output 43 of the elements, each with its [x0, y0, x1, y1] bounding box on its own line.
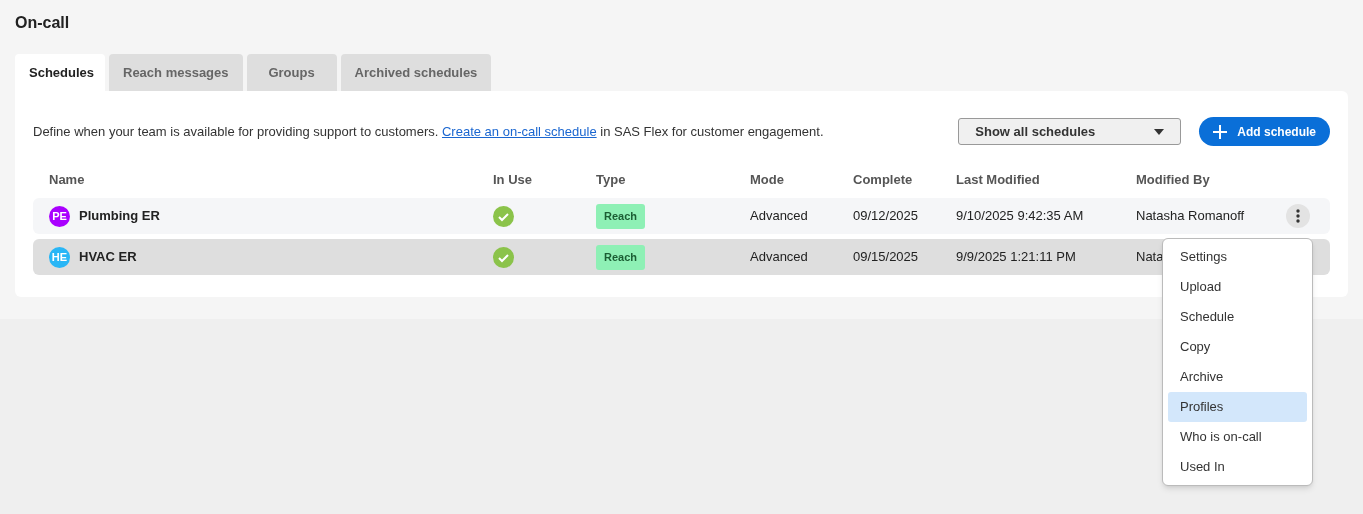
menu-item[interactable]: Profiles [1168, 392, 1307, 422]
add-schedule-button[interactable]: Add schedule [1199, 117, 1330, 146]
menu-item[interactable]: Schedule [1168, 302, 1307, 332]
column-header: Complete [853, 171, 913, 190]
column-header: Type [596, 171, 626, 190]
schedule-filter-dropdown[interactable]: Show all schedules [958, 118, 1182, 145]
menu-item[interactable]: Used In [1168, 452, 1307, 482]
caret-icon [1154, 128, 1165, 135]
tab[interactable]: Groups [246, 54, 337, 91]
kebab-icon [1296, 209, 1300, 223]
more-options-button[interactable] [1286, 204, 1310, 228]
menu-item[interactable]: Archive [1168, 362, 1307, 392]
table-cell-text: 9/9/2025 1:21:11 PM [956, 248, 1076, 267]
page-title: On-call [15, 13, 70, 33]
type-tag: Reach [596, 245, 646, 270]
description-text: Define when your team is available for providing support to customers. Create an on-call schedule in SAS Flex for customer engagement. [33, 122, 824, 141]
tab[interactable]: Schedules [15, 54, 105, 91]
table-cell-text: Natasha Romanoff [1136, 207, 1245, 226]
menu-item[interactable]: Upload [1168, 272, 1307, 302]
table-row[interactable]: PE Plumbing ER Reach Advanced 09/12/2025 9/10/2025 9:42:35 AM Natasha Romanoff [33, 198, 1330, 234]
table-cell-text: 9/10/2025 9:42:35 AM [956, 207, 1084, 226]
schedule-name: HVAC ER [79, 248, 137, 267]
schedule-name: Plumbing ER [79, 207, 160, 226]
column-header: Last Modified [956, 171, 1040, 190]
type-tag: Reach [596, 204, 646, 229]
tab[interactable]: Archived schedules [340, 54, 492, 91]
menu-item[interactable]: Copy [1168, 332, 1307, 362]
table-cell-text: Nata [1136, 248, 1164, 267]
menu-item[interactable]: Who is on-call [1168, 422, 1307, 452]
menu-item[interactable]: Settings [1168, 242, 1307, 272]
tab[interactable]: Reach messages [109, 54, 243, 91]
avatar: PE [49, 205, 70, 227]
avatar: HE [49, 246, 70, 268]
table-cell-text: 09/12/2025 [853, 207, 919, 226]
plus-icon [1213, 124, 1228, 139]
create-schedule-link[interactable]: Create an on-call schedule [442, 123, 597, 139]
column-header: Modified By [1136, 171, 1210, 190]
table-cell-text: Advanced [750, 248, 808, 267]
column-header: Name [49, 171, 85, 190]
column-header: Mode [750, 171, 784, 190]
table-cell-text: Advanced [750, 207, 808, 226]
table-cell-text: 09/15/2025 [853, 248, 919, 267]
column-header: In Use [493, 171, 532, 190]
